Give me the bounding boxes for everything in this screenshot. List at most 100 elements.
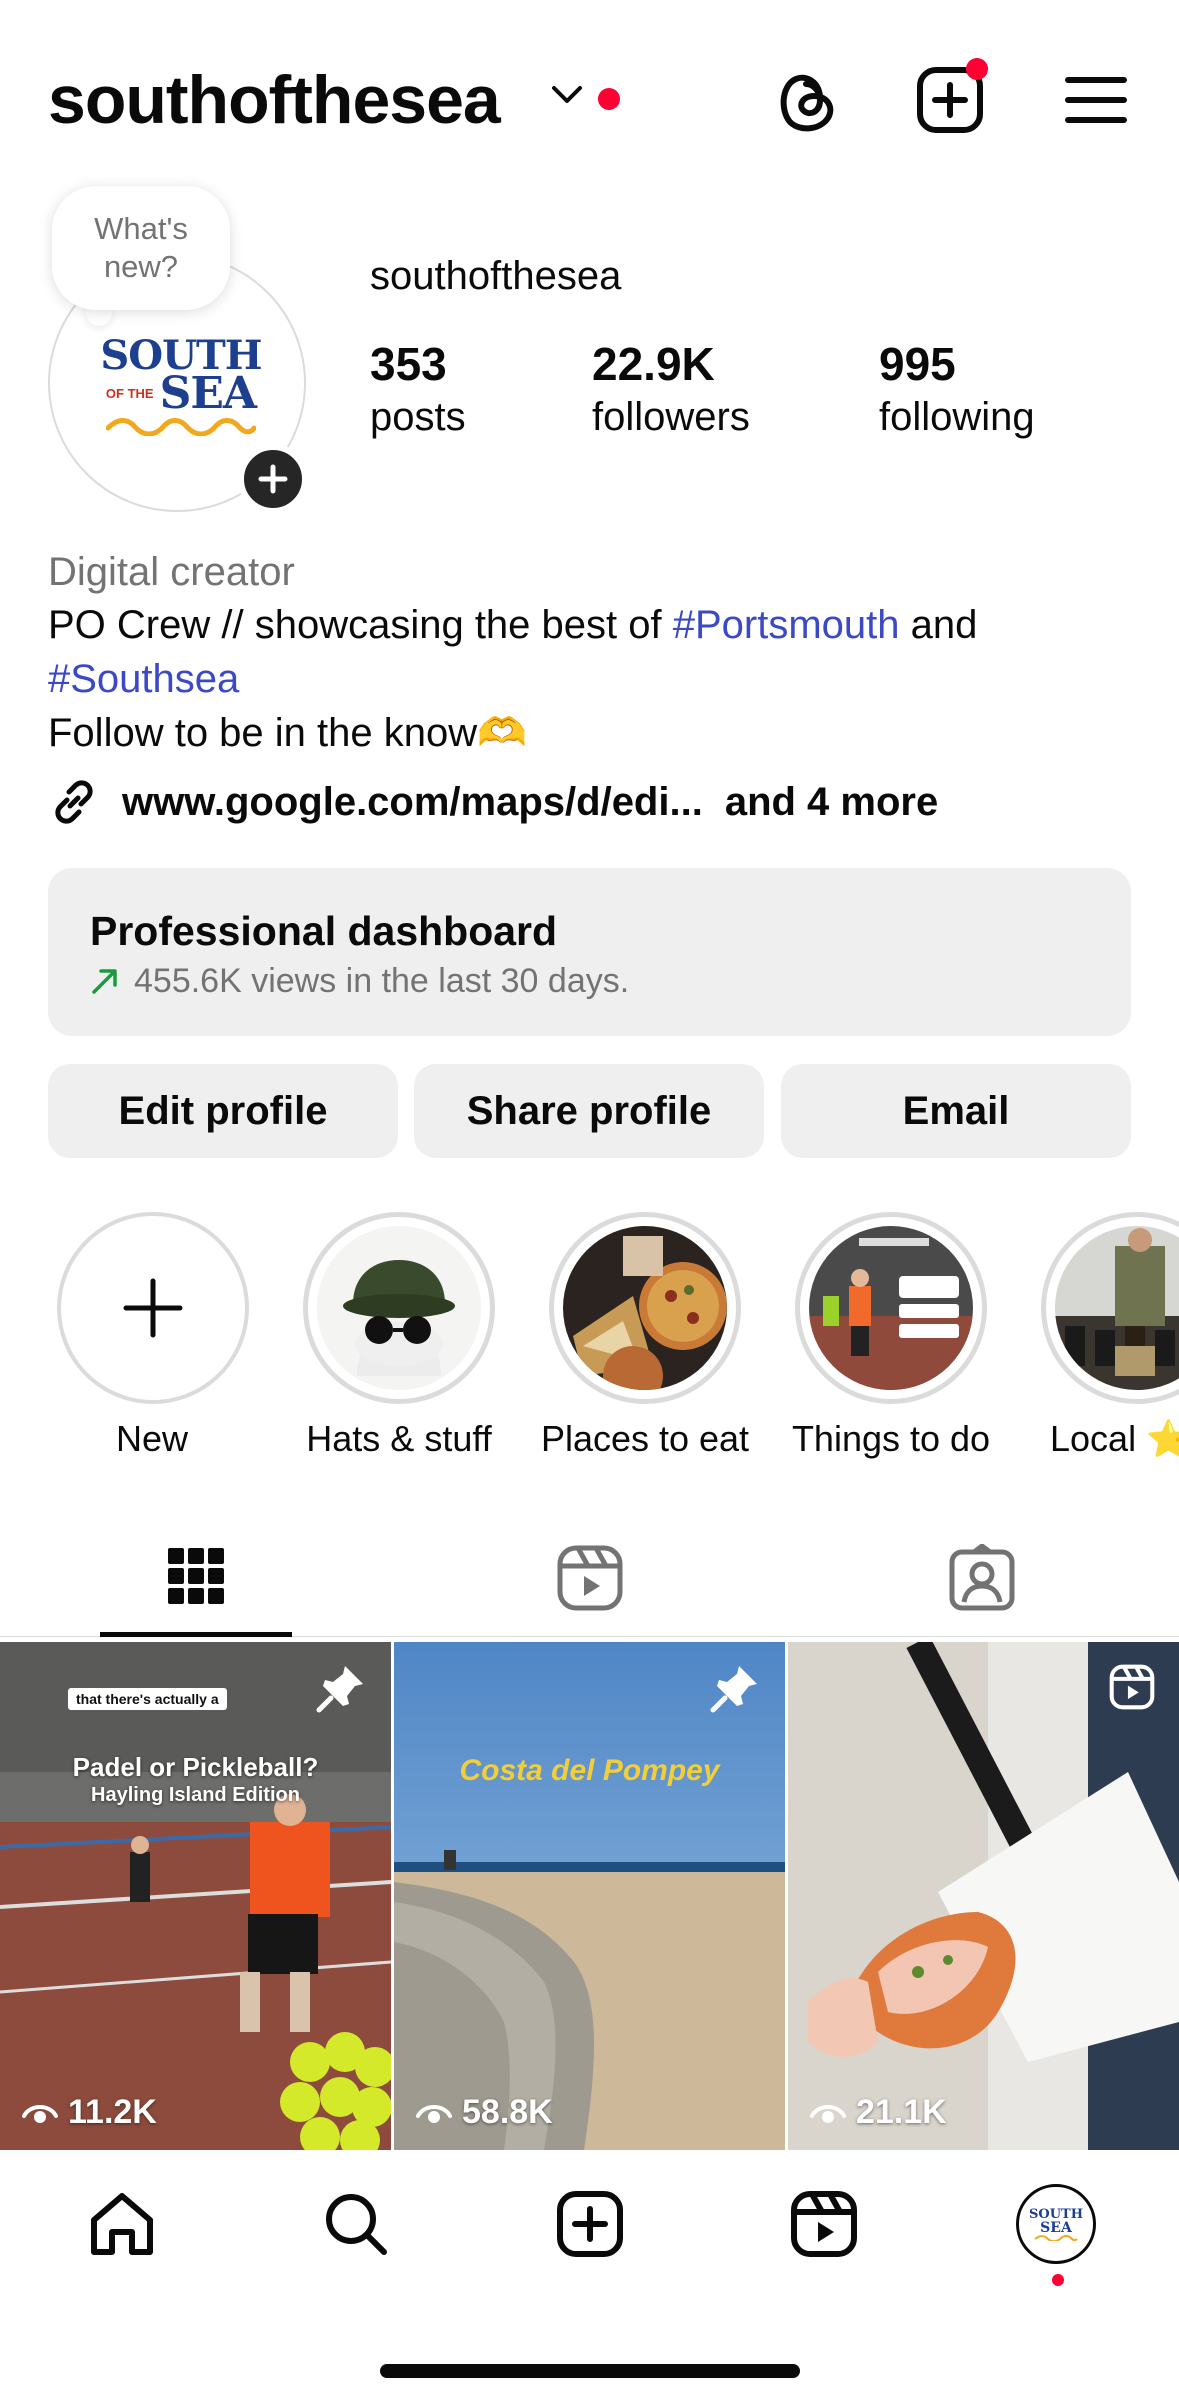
tab-tagged[interactable] — [944, 1540, 1020, 1616]
post-overlay-subtitle: Hayling Island Edition — [91, 1784, 300, 1806]
bio-text: and — [899, 603, 978, 647]
home-indicator — [380, 2364, 800, 2378]
hashtag-link[interactable]: #Portsmouth — [673, 603, 900, 647]
nav-profile[interactable]: SOUTH SEA — [1016, 2184, 1096, 2264]
menu-icon[interactable] — [1058, 62, 1134, 138]
nav-create[interactable] — [552, 2186, 628, 2262]
link-icon — [55, 780, 93, 824]
highlight-label: Hats & stuff — [306, 1418, 492, 1459]
hashtag-link[interactable]: #Southsea — [48, 657, 239, 701]
view-count-value: 58.8K — [462, 2093, 553, 2131]
add-story-button[interactable] — [238, 444, 308, 514]
create-notification-dot — [966, 58, 988, 80]
notification-dot — [598, 88, 620, 110]
trend-up-icon — [92, 969, 117, 994]
stat-value: 353 — [370, 338, 447, 390]
profile-links[interactable]: www.google.com/maps/d/edi... and 4 more — [48, 774, 938, 830]
stat-label: following — [879, 395, 1035, 439]
tagged-icon — [949, 1544, 1015, 1611]
stat-following[interactable]: 995 following — [879, 336, 1035, 442]
highlight-local[interactable] — [1041, 1212, 1179, 1404]
dashboard-subtitle: 455.6K views in the last 30 days. — [134, 962, 630, 1000]
home-icon — [91, 2193, 153, 2255]
chevron-down-icon[interactable] — [550, 84, 584, 106]
pin-icon — [316, 1666, 363, 1713]
pizza-image — [563, 1226, 727, 1390]
plus-icon — [258, 464, 288, 494]
post-overlay-small: that there's actually a — [68, 1688, 227, 1710]
bio-line-2: #Southsea — [48, 652, 1138, 706]
highlight-places[interactable] — [549, 1212, 741, 1404]
bio-text: PO Crew // showcasing the best of — [48, 603, 673, 647]
tab-reels[interactable] — [552, 1540, 628, 1616]
waves-icon — [1034, 2234, 1078, 2241]
bio-line-1: PO Crew // showcasing the best of #Ports… — [48, 598, 1138, 652]
profile-name: southofthesea — [370, 254, 622, 298]
note-bubble[interactable]: What's new? — [52, 186, 230, 310]
views-icon — [416, 2104, 452, 2123]
profile-username-header[interactable]: southofthesea — [48, 60, 501, 140]
hat-image — [317, 1226, 481, 1390]
views-icon — [22, 2104, 58, 2123]
waves-icon — [105, 418, 256, 436]
tab-posts-grid[interactable] — [160, 1540, 232, 1612]
active-tab-indicator — [100, 1632, 292, 1637]
profile-notification-dot — [1052, 2274, 1064, 2286]
highlight-label: New — [115, 1418, 189, 1459]
email-button[interactable]: Email — [781, 1064, 1131, 1158]
highlight-hats[interactable] — [303, 1212, 495, 1404]
south-of-the-sea-logo: SOUTH OF THE SEA — [100, 336, 263, 436]
plus-icon — [123, 1278, 183, 1338]
highlight-things[interactable] — [795, 1212, 987, 1404]
link-text[interactable]: www.google.com/maps/d/edi... — [122, 774, 703, 830]
view-count-value: 21.1K — [856, 2093, 947, 2131]
professional-dashboard[interactable]: Professional dashboard 455.6K views in t… — [48, 868, 1131, 1036]
market-image — [1055, 1226, 1179, 1390]
view-count-value: 11.2K — [68, 2093, 157, 2131]
reel-indicator-icon — [1109, 1664, 1155, 1710]
reels-icon — [791, 2191, 857, 2257]
threads-icon[interactable] — [768, 62, 844, 138]
stat-label: posts — [370, 395, 466, 439]
stat-label: followers — [592, 395, 750, 439]
search-icon — [326, 2194, 387, 2255]
post-overlay-title: Padel or Pickleball? — [72, 1752, 319, 1782]
stat-posts[interactable]: 353 posts — [370, 336, 466, 442]
post-tile[interactable]: 21.1K — [788, 1642, 1179, 2150]
profile-avatar-mini: SOUTH SEA — [1029, 2208, 1083, 2241]
profile-category: Digital creator — [48, 550, 295, 594]
reels-icon — [557, 1545, 623, 1611]
bio-line-3: Follow to be in the know🫶 — [48, 711, 527, 755]
nav-search[interactable] — [318, 2186, 394, 2262]
create-icon[interactable] — [912, 58, 988, 138]
post-thumbnail — [394, 1642, 785, 2150]
logo-line2: SEA — [159, 368, 257, 419]
share-profile-button[interactable]: Share profile — [414, 1064, 764, 1158]
view-count: 58.8K — [416, 2093, 553, 2132]
logo-small: OF THE — [105, 386, 154, 401]
view-count: 21.1K — [810, 2093, 947, 2132]
mini-logo-line1: SOUTH — [1028, 2206, 1083, 2222]
post-thumbnail — [788, 1642, 1179, 2150]
dashboard-title: Professional dashboard — [90, 908, 558, 954]
highlight-label: Things to do — [791, 1418, 991, 1459]
nav-home[interactable] — [84, 2186, 160, 2262]
edit-profile-button[interactable]: Edit profile — [48, 1064, 398, 1158]
post-tile[interactable]: Costa del Pompey 58.8K — [394, 1642, 785, 2150]
pin-icon — [710, 1666, 757, 1713]
mini-logo-line2: SEA — [1040, 2219, 1072, 2236]
stat-value: 22.9K — [592, 338, 715, 390]
view-count: 11.2K — [22, 2093, 157, 2132]
highlight-label: Places to eat — [540, 1418, 750, 1459]
post-tile[interactable]: that there's actually a Padel or Pickleb… — [0, 1642, 391, 2150]
views-icon — [810, 2104, 846, 2123]
highlight-label: Local ⭐ — [1050, 1418, 1179, 1459]
link-more[interactable]: and 4 more — [725, 774, 938, 830]
post-overlay-title: Costa del Pompey — [459, 1754, 720, 1787]
nav-reels[interactable] — [786, 2186, 862, 2262]
stat-value: 995 — [879, 338, 956, 390]
post-thumbnail — [0, 1642, 391, 2150]
grid-icon — [168, 1548, 224, 1604]
stat-followers[interactable]: 22.9K followers — [592, 336, 750, 442]
highlight-new[interactable] — [57, 1212, 249, 1404]
